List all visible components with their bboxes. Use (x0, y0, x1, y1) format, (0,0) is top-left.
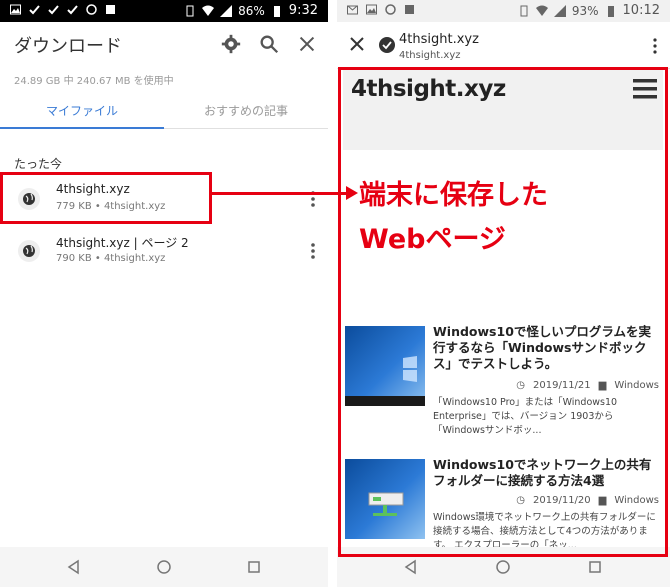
system-icons: 93% 10:12 (518, 3, 660, 18)
recents-icon[interactable] (585, 557, 605, 577)
gmail-icon (347, 5, 358, 15)
custom-tab-toolbar: 4thsight.xyz 4thsight.xyz (337, 22, 670, 69)
notification-icons (347, 4, 415, 15)
tab-my-files[interactable]: マイファイル (0, 102, 164, 119)
close-icon[interactable] (349, 36, 365, 52)
gear-icon[interactable] (220, 33, 242, 55)
status-bar: 93% 10:12 (337, 0, 670, 22)
battery-level: 93% (571, 3, 599, 18)
storage-usage: 24.89 GB 中 240.67 MB を使用中 (14, 76, 174, 87)
system-icons: 86% 9:32 (184, 3, 318, 18)
back-icon[interactable] (64, 557, 84, 577)
wifi-icon (535, 5, 548, 16)
section-header: たった今 (14, 157, 63, 171)
check-icon (67, 5, 78, 15)
tab-title: 4thsight.xyz (399, 32, 479, 47)
page-title: ダウンロード (14, 36, 122, 57)
active-tab-indicator (0, 127, 164, 129)
signal-icon (553, 4, 566, 17)
home-icon[interactable] (493, 557, 513, 577)
notification-icons (10, 4, 116, 15)
app-icon (86, 4, 97, 15)
vibrate-icon (520, 5, 528, 16)
more-vert-icon[interactable] (652, 38, 658, 54)
image-icon (366, 4, 377, 15)
search-icon[interactable] (258, 33, 280, 55)
app-icon (385, 4, 396, 15)
more-vert-icon[interactable] (310, 242, 316, 260)
downloads-screen: 86% 9:32 ダウンロード 24.89 GB 中 240.67 MB を使用… (0, 0, 328, 587)
wifi-icon (202, 5, 215, 16)
battery-icon (607, 5, 614, 17)
image-icon (10, 4, 21, 15)
highlight-box (0, 172, 212, 224)
check-icon (29, 5, 40, 15)
download-item[interactable]: 4thsight.xyz | ページ 2 790 KB • 4thsight.x… (0, 228, 328, 274)
app-icon (405, 5, 414, 14)
highlight-box (338, 67, 668, 557)
nav-bar (0, 547, 328, 587)
clock: 9:32 (288, 3, 318, 18)
clock: 10:12 (622, 3, 660, 18)
tab-bar: マイファイル おすすめの記事 (0, 96, 328, 129)
battery-level: 86% (238, 3, 265, 18)
tab-recommended-articles[interactable]: おすすめの記事 (164, 102, 328, 119)
back-icon[interactable] (401, 557, 421, 577)
status-bar: 86% 9:32 (0, 0, 328, 22)
download-title: 4thsight.xyz | ページ 2 (56, 236, 189, 250)
check-icon (48, 5, 59, 15)
app-icon (106, 5, 115, 14)
vibrate-icon (186, 5, 194, 16)
offline-check-icon (379, 37, 395, 53)
download-meta: 790 KB • 4thsight.xyz (56, 253, 166, 264)
arrow-head-icon (346, 186, 358, 200)
screen-divider (328, 0, 337, 587)
signal-icon (220, 4, 233, 17)
app-bar: ダウンロード (0, 22, 328, 66)
annotation-arrow (210, 192, 350, 195)
battery-icon (273, 5, 280, 17)
recents-icon[interactable] (244, 557, 264, 577)
globe-icon (18, 240, 40, 262)
close-icon[interactable] (296, 33, 318, 55)
home-icon[interactable] (154, 557, 174, 577)
tab-url: 4thsight.xyz (399, 50, 461, 61)
